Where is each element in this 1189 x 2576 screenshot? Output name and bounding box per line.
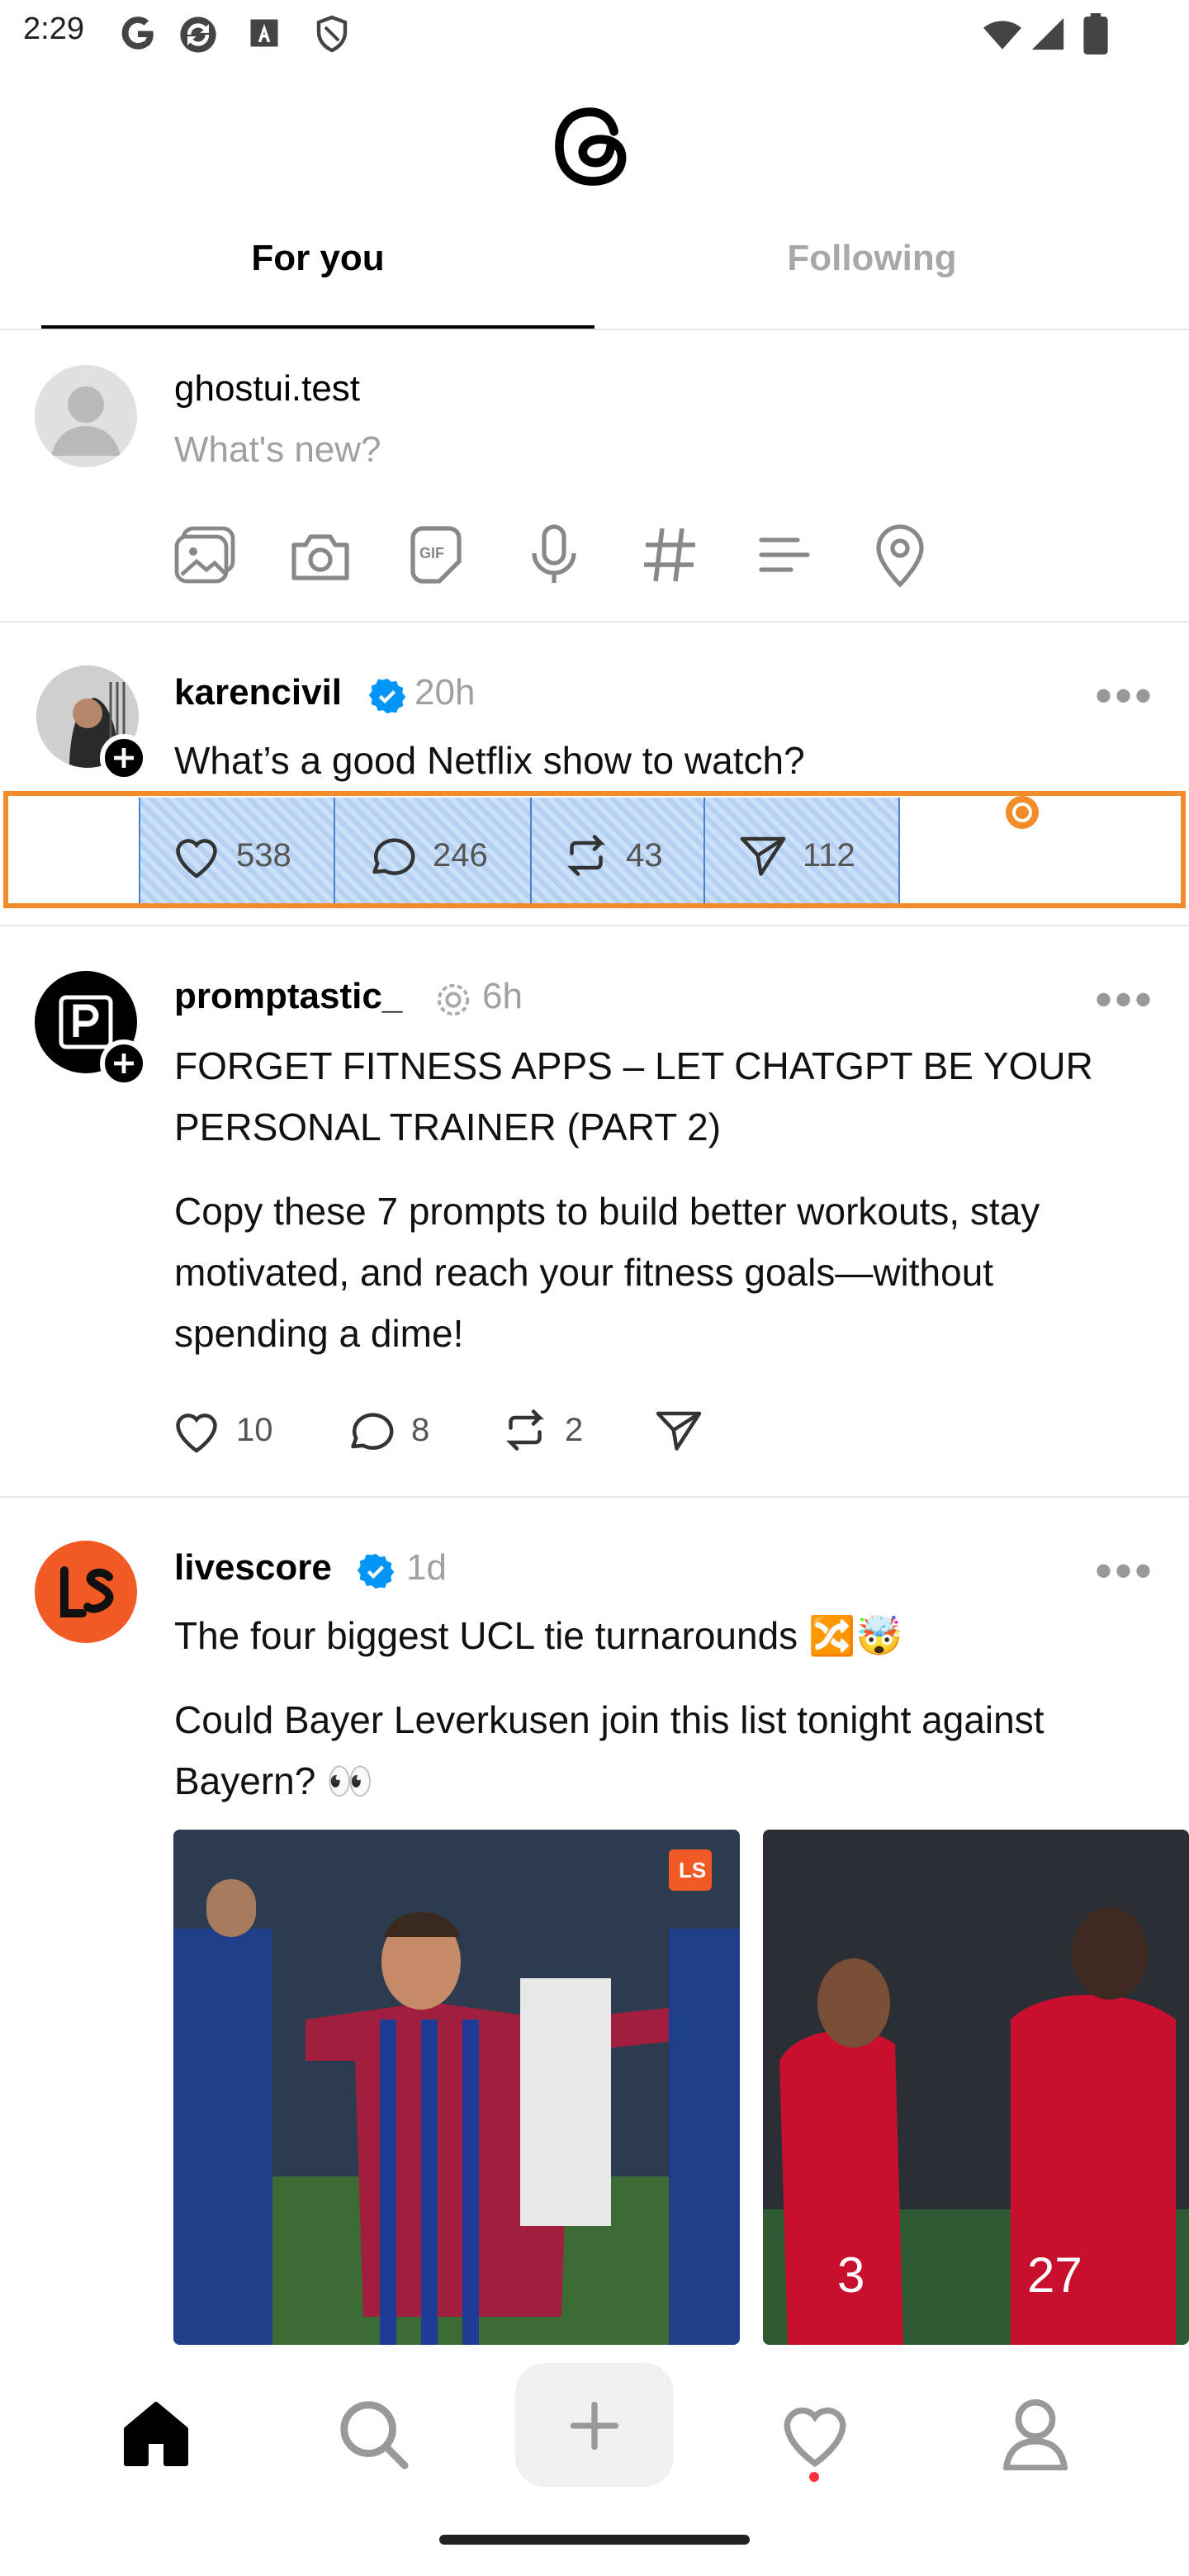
barcelona-celebration-image: LS [173,1830,740,2345]
like-count: 10 [236,1412,273,1448]
post-time: 1d [406,1547,447,1588]
wifi-icon [983,21,1021,50]
follow-plus-icon[interactable] [99,733,149,783]
comment-icon [351,1413,394,1450]
tabs-divider [0,329,1189,330]
post-time: 20h [414,672,476,713]
composer-divider [0,621,1189,623]
share-button[interactable] [654,1404,712,1456]
comment-count: 8 [411,1412,430,1448]
home-icon[interactable] [119,2399,193,2469]
sync-icon [180,17,216,53]
tab-for-you[interactable]: For you [111,238,524,279]
livescore-avatar-image [60,1566,114,1617]
post-divider [0,925,1189,926]
like-count: 538 [236,837,291,874]
activity-heart-icon[interactable] [778,2398,852,2467]
post-text: Could Bayer Leverkusen join this list to… [174,1698,1045,1802]
comment-icon [372,838,415,875]
hashtag-icon[interactable] [641,525,699,585]
status-bar: 2:29 [0,0,1189,69]
composer-avatar[interactable] [35,365,137,467]
default-avatar-icon [51,386,121,456]
more-options-icon[interactable]: ••• [1095,1542,1154,1599]
post-username[interactable]: livescore [174,1547,332,1589]
repost-button[interactable]: 2 [500,1404,608,1456]
gesture-home-bar[interactable] [439,2535,750,2545]
like-button[interactable]: 538 [172,829,312,882]
new-thread-button[interactable] [515,2363,674,2487]
post-username[interactable]: karencivil [174,672,342,713]
post-title: FORGET FITNESS APPS – LET CHATGPT BE YOU… [174,1044,1093,1148]
share-button[interactable]: 112 [738,829,879,882]
repost-button[interactable]: 43 [561,829,685,882]
verified-badge-icon [368,678,406,714]
post-divider [0,1496,1189,1498]
gallery-icon[interactable] [173,525,239,585]
mic-icon[interactable] [528,523,580,586]
heart-icon [176,1413,217,1453]
composer-username: ghostui.test [174,368,361,409]
repost-count: 2 [565,1412,584,1448]
shield-icon [316,15,348,53]
search-icon[interactable] [337,2398,410,2470]
notification-dot [809,2472,819,2482]
comment-count: 246 [433,837,488,874]
tab-following[interactable]: Following [666,238,1078,279]
post-time: 6h [482,976,523,1016]
svg-text:27: 27 [1027,2247,1082,2303]
liverpool-celebration-image: 27 3 [763,1830,1189,2345]
gif-icon[interactable]: GIF [406,525,466,585]
follow-plus-icon[interactable] [99,1039,149,1088]
svg-text:3: 3 [837,2247,865,2303]
a-icon [250,19,278,47]
poll-icon[interactable] [758,537,811,573]
post-image[interactable]: 27 3 [763,1830,1189,2345]
post-text: Copy these 7 prompts to build better wor… [174,1190,1040,1355]
profile-icon[interactable] [1001,2398,1070,2470]
camera-icon[interactable] [287,528,353,585]
overlay-handle-icon [1006,796,1039,829]
comment-button[interactable]: 8 [347,1404,454,1456]
ai-label-icon [437,983,470,1016]
like-button[interactable]: 10 [172,1404,287,1456]
location-icon[interactable] [874,523,926,588]
heart-icon [176,839,217,878]
send-icon [740,836,786,876]
post-title: The four biggest UCL tie turnarounds 🔀🤯 [174,1614,903,1657]
signal-icon [1031,17,1064,50]
repost-icon [567,835,605,876]
svg-text:GIF: GIF [419,545,444,561]
post-text: What’s a good Netflix show to watch? [174,739,805,782]
post-username[interactable]: promptastic_ [174,976,402,1017]
share-count: 112 [803,837,855,874]
repost-icon [506,1409,544,1451]
status-time: 2:29 [23,12,84,46]
post-image[interactable]: LS [173,1830,740,2345]
composer-input[interactable]: What's new? [174,429,381,471]
more-options-icon[interactable]: ••• [1095,971,1154,1028]
send-icon [656,1411,702,1451]
comment-button[interactable]: 246 [368,829,509,882]
more-options-icon[interactable]: ••• [1095,667,1154,724]
post-avatar[interactable] [35,1541,137,1643]
plus-icon [570,2401,619,2451]
threads-logo-icon[interactable] [545,92,644,200]
battery-icon [1083,13,1108,54]
google-icon [121,17,154,50]
repost-count: 43 [626,837,663,874]
verified-badge-icon [357,1553,395,1589]
image-badge: LS [679,1858,706,1882]
